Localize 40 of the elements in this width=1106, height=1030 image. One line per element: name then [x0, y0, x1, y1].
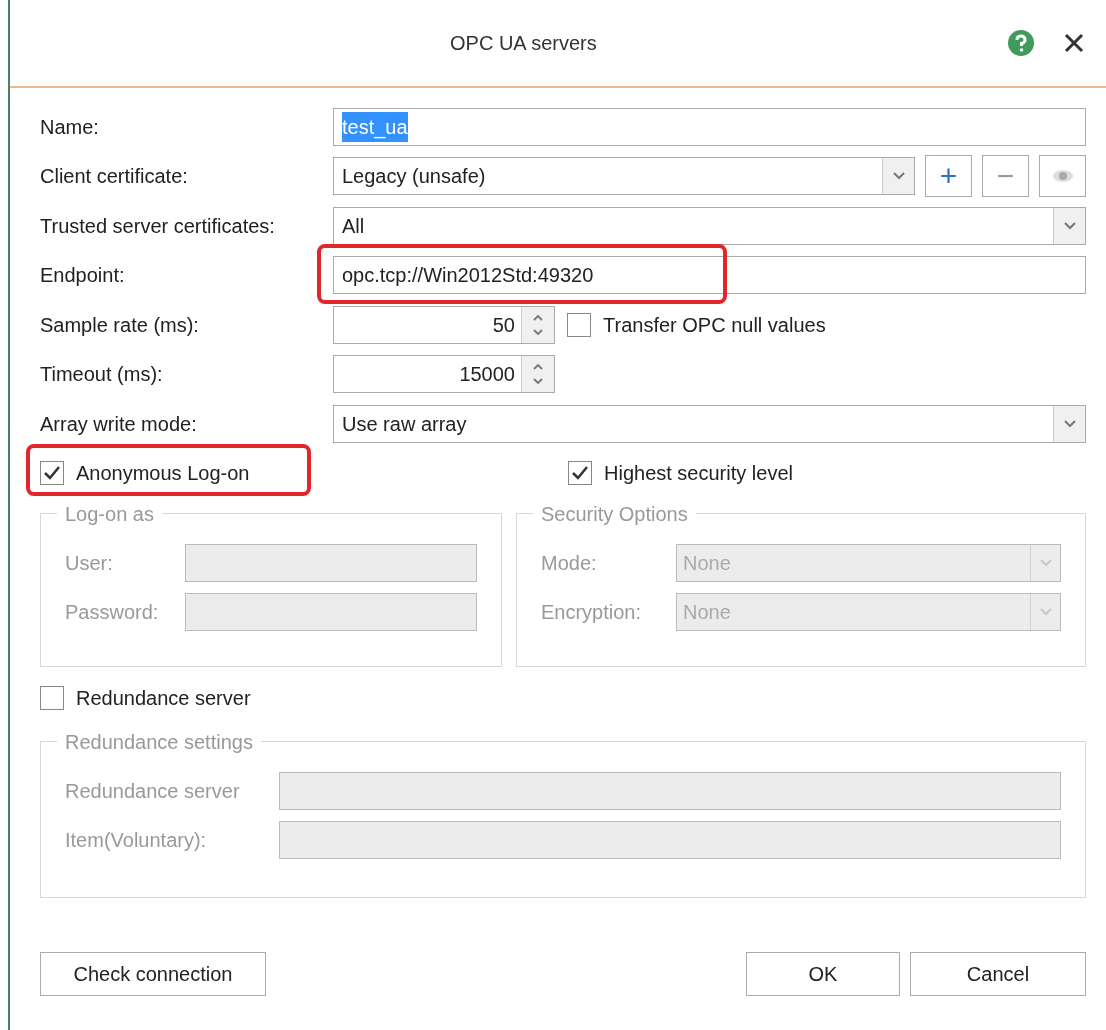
ok-button[interactable]: OK [746, 951, 900, 996]
checkbox-label: Highest security level [604, 460, 793, 486]
input-field[interactable]: opc.tcp://Win2012Std:49320 [333, 256, 1086, 295]
checkbox[interactable] [40, 460, 64, 485]
field-label: Encryption: [541, 599, 643, 625]
eye-icon [1051, 168, 1074, 185]
spin-box[interactable]: 15000 [333, 355, 555, 394]
field-label: Endpoint: [40, 263, 126, 289]
field-label: Password: [65, 599, 160, 625]
close-icon[interactable] [1064, 33, 1084, 53]
dropdown[interactable]: Use raw array [333, 404, 1086, 443]
checkbox-label: Transfer OPC null values [603, 312, 826, 338]
field-label: Array write mode: [40, 411, 198, 437]
field-label: Item(Voluntary): [65, 827, 208, 853]
field-label: Sample rate (ms): [40, 312, 200, 338]
add-button[interactable]: + [925, 155, 972, 198]
field-label: User: [65, 550, 114, 576]
check-connection-button[interactable]: Check connection [40, 951, 266, 996]
spin-box[interactable]: 50 [333, 305, 555, 344]
field-label: Client certificate: [40, 164, 189, 190]
field-label: Trusted server certificates: [40, 213, 276, 239]
field-label: Timeout (ms): [40, 362, 164, 388]
dropdown[interactable]: Legacy (unsafe) [333, 157, 915, 196]
field-label: Name: [40, 114, 100, 140]
field-label: Redundance server [65, 778, 241, 804]
checkbox[interactable] [567, 312, 591, 337]
cancel-button[interactable]: Cancel [910, 951, 1086, 996]
checkbox-label: Anonymous Log-on [76, 460, 250, 486]
window-title: OPC UA servers [450, 31, 597, 56]
dropdown[interactable]: All [333, 206, 1086, 245]
input-field[interactable] [279, 820, 1061, 859]
help-icon[interactable] [1008, 30, 1034, 56]
view-button[interactable] [1039, 155, 1086, 198]
checkbox[interactable] [40, 685, 64, 710]
input-field[interactable] [279, 771, 1061, 810]
field-label: Mode: [541, 550, 598, 576]
checkbox[interactable] [568, 460, 592, 485]
checkbox-label: Redundance server [76, 685, 251, 711]
input-field[interactable] [185, 543, 477, 582]
input-field[interactable] [185, 592, 477, 631]
